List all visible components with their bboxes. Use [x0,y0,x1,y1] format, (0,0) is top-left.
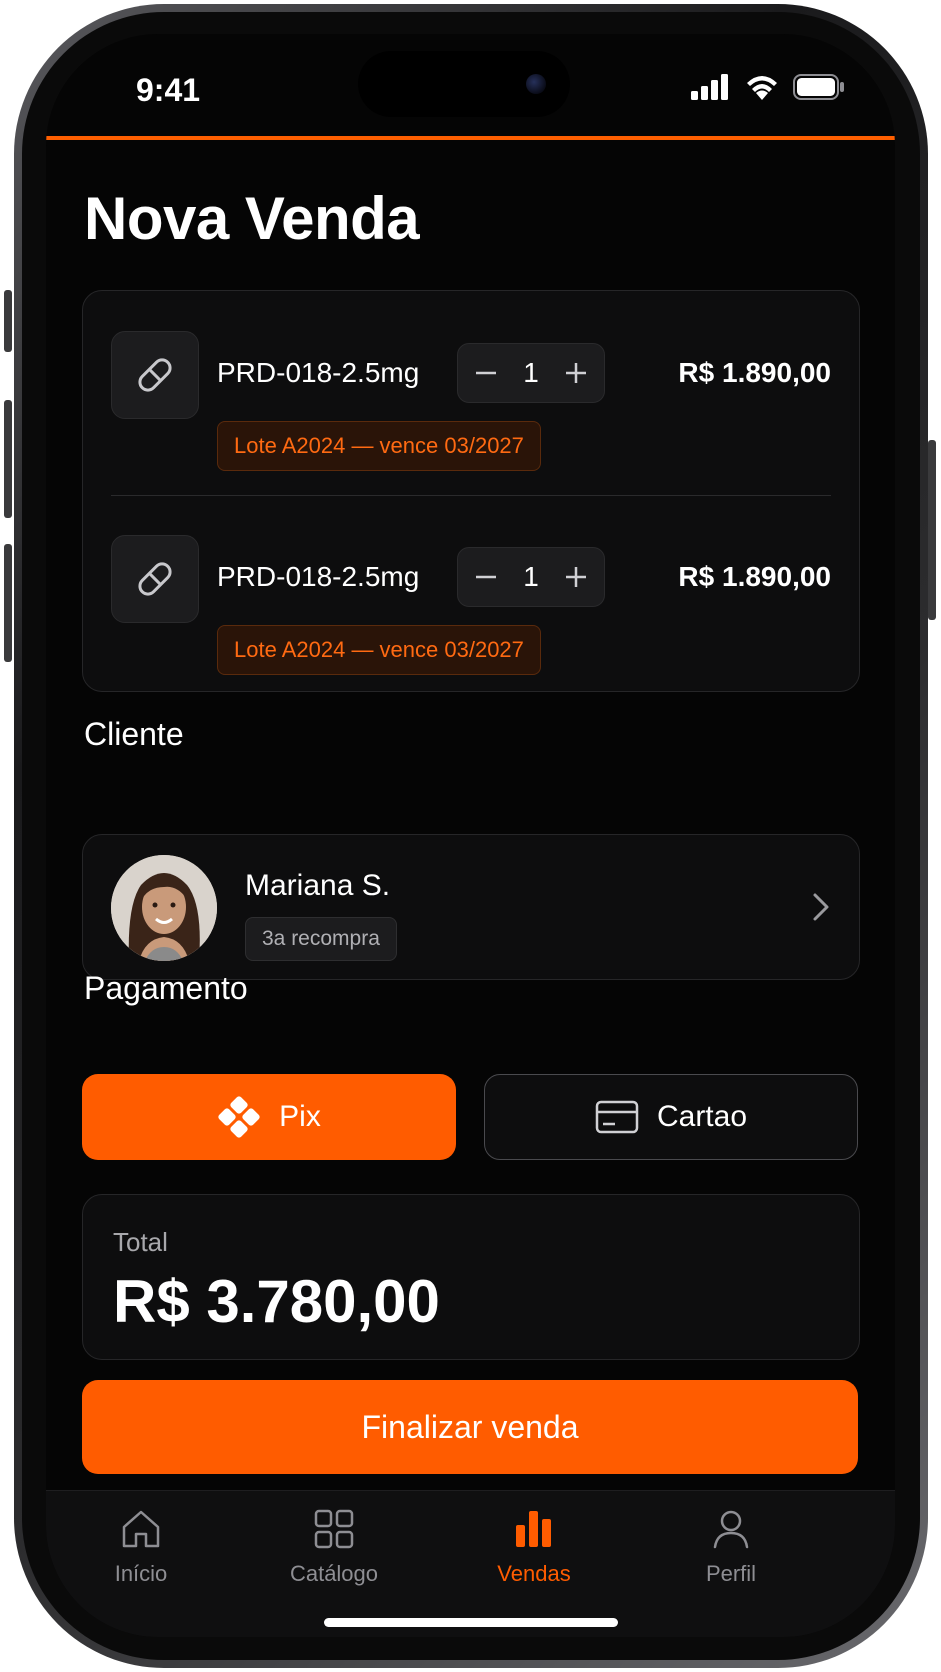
wifi-icon [747,76,777,100]
quantity-value: 1 [523,357,539,388]
cart-item: PRD-018-2.5mg 1 R$ 1.890,00 Lote A2024 —… [83,291,859,481]
volume-down-button [4,544,12,662]
tab-vendas[interactable]: Vendas [459,1507,609,1587]
screen: 9:41 Nova Venda PRD-018-2.5mg 1 R$ 1.890… [46,34,895,1637]
volume-up-button [4,400,12,518]
client-card[interactable]: Mariana S. 3a recompra [82,834,860,980]
header-accent-line [46,136,895,140]
tab-label: Vendas [497,1561,571,1586]
finalize-sale-button[interactable]: Finalizar venda [82,1380,858,1474]
avatar [111,855,217,961]
home-icon [122,1510,160,1548]
minus-icon[interactable] [472,563,500,591]
capsule-icon [111,535,199,623]
page-title: Nova Venda [84,185,420,252]
tab-perfil[interactable]: Perfil [656,1507,806,1587]
bar-chart-icon [516,1511,551,1547]
grid-icon [314,1509,354,1549]
plus-icon[interactable] [562,563,590,591]
plus-icon[interactable] [562,359,590,387]
total-value: R$ 3.780,00 [113,1268,440,1335]
tab-label: Perfil [705,1561,757,1586]
battery-icon [793,74,844,100]
product-price: R$ 1.890,00 [678,357,831,388]
tab-label: Início [114,1561,168,1586]
chevron-right-icon [811,889,831,930]
tab-bar: Início Catálogo Vendas Perfil [46,1490,895,1637]
status-time: 9:41 [136,72,201,108]
total-label: Total [113,1227,168,1257]
power-button [928,440,936,620]
client-name: Mariana S. [245,869,391,902]
quantity-stepper: 1 [457,343,605,403]
total-card: Total R$ 3.780,00 [82,1194,860,1360]
tab-inicio[interactable]: Início [66,1507,216,1587]
cart-card: PRD-018-2.5mg 1 R$ 1.890,00 Lote A2024 —… [82,290,860,692]
capsule-icon [111,331,199,419]
pix-label: Pix [279,1100,321,1133]
home-indicator [324,1618,618,1627]
cart-item: PRD-018-2.5mg 1 R$ 1.890,00 Lote A2024 —… [83,495,859,685]
repurchase-badge: 3a recompra [245,917,397,961]
status-icons [691,74,845,100]
status-bar: 9:41 [46,34,895,134]
quantity-value: 1 [523,561,539,592]
product-price: R$ 1.890,00 [678,561,831,592]
card-label: Cartao [656,1100,748,1133]
product-name: PRD-018-2.5mg [217,561,420,592]
action-button [4,290,12,352]
tab-catalogo[interactable]: Catálogo [259,1507,409,1587]
payment-section-label: Pagamento [84,970,248,1006]
product-name: PRD-018-2.5mg [217,357,420,388]
pix-button[interactable]: Pix [82,1074,456,1160]
lot-badge: Lote A2024 — vence 03/2027 [217,421,541,471]
card-button[interactable]: Cartao [484,1074,858,1160]
tab-label: Catálogo [289,1561,379,1586]
quantity-stepper: 1 [457,547,605,607]
minus-icon[interactable] [472,359,500,387]
credit-card-icon [595,1100,639,1134]
dynamic-island [358,51,570,117]
lot-badge: Lote A2024 — vence 03/2027 [217,625,541,675]
camera-icon [526,74,546,94]
client-section-label: Cliente [84,716,184,752]
signal-icon [691,74,728,100]
pix-icon [218,1096,260,1138]
user-icon [713,1510,749,1549]
